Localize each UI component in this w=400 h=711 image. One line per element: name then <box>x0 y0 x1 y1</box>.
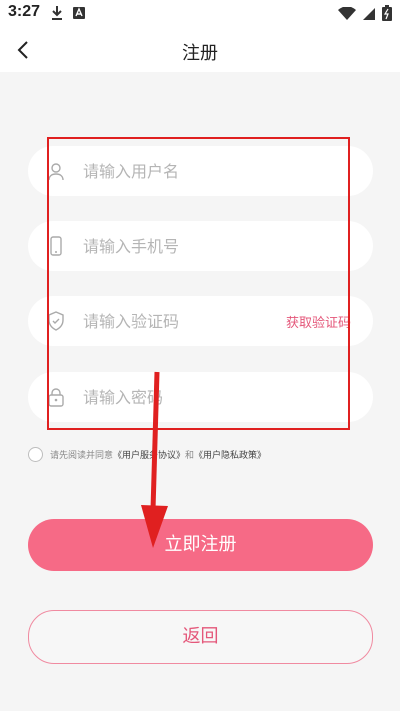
phone-field <box>28 221 373 271</box>
battery-icon <box>382 5 392 25</box>
agreement-prefix: 请先阅读并同意 <box>50 450 114 461</box>
get-code-button[interactable]: 获取验证码 <box>286 312 351 331</box>
username-field <box>28 146 373 196</box>
shield-check-icon <box>46 311 66 331</box>
signal-icon <box>362 6 376 25</box>
user-icon <box>46 161 66 181</box>
phone-input[interactable] <box>83 221 303 271</box>
status-system-icons <box>338 5 392 25</box>
verification-code-field: 获取验证码 <box>28 296 373 346</box>
return-button[interactable]: 返回 <box>28 610 373 664</box>
phone-icon <box>46 236 66 256</box>
wifi-icon <box>338 5 356 25</box>
register-button[interactable]: 立即注册 <box>28 519 373 571</box>
password-input[interactable] <box>83 372 303 422</box>
verification-code-input[interactable] <box>83 296 253 346</box>
status-bar: 3:27 <box>0 0 400 28</box>
status-notifications <box>50 5 86 25</box>
bottom-bar <box>0 703 400 711</box>
page-title: 注册 <box>182 43 218 64</box>
username-input[interactable] <box>83 146 303 196</box>
download-icon <box>50 5 64 25</box>
service-agreement-link[interactable]: 《用户服务协议》 <box>113 448 185 461</box>
status-time: 3:27 <box>8 3 41 20</box>
app-notification-icon <box>72 5 86 25</box>
password-field <box>28 372 373 422</box>
privacy-policy-link[interactable]: 《用户隐私政策》 <box>194 448 266 461</box>
app-header: 注册 <box>0 28 400 72</box>
lock-icon <box>46 387 66 407</box>
annotation-arrow <box>141 371 168 548</box>
agreement-row: 请先阅读并同意 《用户服务协议》 和 《用户隐私政策》 <box>28 446 266 462</box>
agreement-and: 和 <box>185 450 195 461</box>
agreement-checkbox[interactable] <box>28 446 43 462</box>
